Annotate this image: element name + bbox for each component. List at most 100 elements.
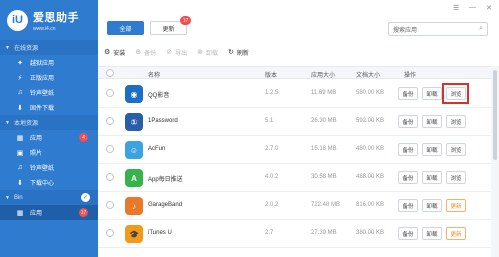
1password-icon: ① (125, 113, 143, 131)
search-icon[interactable]: ⌕ (479, 25, 483, 33)
backup-button[interactable]: 备份 (398, 87, 418, 100)
section-online[interactable]: ▼ 在线资源 (0, 40, 98, 55)
app-size: 30.58 MB (311, 174, 337, 180)
brand: iU 爱思助手 www.i4.cn (0, 0, 98, 40)
sidebar-item-photos[interactable]: ▣ 照片 (0, 145, 98, 160)
app-daily-push-icon: A (125, 169, 143, 187)
app-version: 2.7.0 (265, 146, 279, 152)
select-all-checkbox[interactable] (106, 69, 114, 77)
app-name: iTunes U (148, 230, 172, 236)
table-row[interactable]: 🎓 iTunes U 2.7 27.39 MB 380.00 KB 备份 卸载 … (98, 220, 491, 248)
scrollbar-thumb[interactable] (493, 70, 497, 160)
browse-button[interactable]: 浏览 (446, 115, 466, 128)
sidebar-item-label: 应用 (30, 136, 43, 142)
toolbar: ⚙ 安装 ⊕ 备份 ⊘ 导出 ⊗ 卸载 ↻ 刷新 (98, 44, 499, 60)
doc-size: 580.00 KB (356, 90, 385, 96)
app-name: App每日推送 (148, 177, 183, 183)
section-label: 在线资源 (13, 46, 38, 52)
browse-button[interactable]: 浏览 (446, 171, 466, 184)
table-row[interactable]: ① 1Password 5.1 26.30 MB 592.00 KB 备份 卸载… (98, 108, 491, 136)
app-version: 5.1 (265, 118, 274, 124)
brand-name: 爱思助手 (33, 11, 79, 24)
section-local[interactable]: ▼ 本地资源 (0, 115, 98, 130)
export-button[interactable]: ⊘ 导出 (166, 48, 187, 57)
uninstall-button[interactable]: 卸载 (422, 171, 442, 184)
backup-button[interactable]: 备份 (398, 227, 418, 240)
refresh-label: 刷新 (236, 50, 249, 57)
backup-button[interactable]: 备份 (398, 199, 418, 212)
table-row[interactable]: ☺ AcFun 2.7.0 15.18 MB 480.00 KB 备份 卸载 浏… (98, 136, 491, 164)
updates-badge: 17 (180, 16, 191, 25)
apps-icon: ⚡ (17, 74, 23, 82)
close-icon[interactable]: ✕ (486, 4, 492, 12)
scrollbar[interactable] (491, 66, 499, 257)
row-checkbox[interactable] (106, 117, 114, 125)
doc-size: 816.00 KB (356, 202, 385, 208)
trash-icon: ⊗ (197, 49, 203, 56)
count-badge: 17 (79, 208, 88, 217)
header-doc-size[interactable]: 文档大小 (356, 70, 380, 79)
sidebar-item-downloads[interactable]: ⬇ 下载中心 (0, 175, 98, 190)
backup-button[interactable]: 备份 (398, 115, 418, 128)
app-version: 1.2.5 (265, 90, 279, 96)
app-version: 2.7 (265, 230, 274, 236)
backup-button[interactable]: 备份 (398, 143, 418, 156)
download-icon: ⬇ (17, 104, 23, 112)
header-name[interactable]: 名称 (148, 70, 160, 79)
minimize-icon[interactable]: — (469, 4, 476, 11)
sidebar-item-local-ringtones[interactable]: ♫ 铃声壁纸 (0, 160, 98, 175)
uninstall-button[interactable]: 卸载 (422, 143, 442, 156)
sidebar-item-jailbreak-apps[interactable]: ✦ 越狱应用 (0, 55, 98, 70)
uninstall-button[interactable]: 卸载 (422, 227, 442, 240)
backup-label: 备份 (144, 50, 157, 57)
grid-icon: ▦ (16, 209, 24, 217)
refresh-button[interactable]: ↻ 刷新 (228, 48, 249, 57)
export-label: 导出 (175, 50, 188, 57)
search-input[interactable]: 搜索应用 ⌕ (388, 22, 488, 36)
backup-button[interactable]: ⊕ 备份 (135, 48, 156, 57)
highlight-box (442, 83, 469, 104)
row-checkbox[interactable] (106, 201, 114, 209)
app-size: 27.39 MB (311, 230, 337, 236)
uninstall-button[interactable]: 卸载 (422, 199, 442, 212)
header-version[interactable]: 版本 (265, 70, 277, 79)
install-button[interactable]: ⚙ 安装 (104, 48, 125, 57)
sidebar-item-label: 越狱应用 (30, 61, 55, 67)
collapse-arrow-icon: ▼ (5, 194, 10, 201)
sidebar-item-firmware[interactable]: ⬇ 固件下载 (0, 100, 98, 115)
section-label: Bin (13, 194, 23, 201)
tab-all[interactable]: 全部 (107, 21, 144, 35)
sidebar-item-local-apps[interactable]: ▦ 应用 4 (0, 130, 98, 145)
row-checkbox[interactable] (106, 89, 114, 97)
itunes-u-icon: 🎓 (125, 225, 143, 243)
doc-size: 488.00 KB (356, 174, 385, 180)
backup-button[interactable]: 备份 (398, 171, 418, 184)
row-checkbox[interactable] (106, 145, 114, 153)
app-name: GarageBand (148, 202, 183, 208)
sidebar-item-label: 下载中心 (30, 181, 55, 187)
row-checkbox[interactable] (106, 229, 114, 237)
table-row[interactable]: A App每日推送 4.0.2 30.58 MB 488.00 KB 备份 卸载… (98, 164, 491, 192)
table-row[interactable]: ♪ GarageBand 2.0.2 722.48 MB 816.00 KB 备… (98, 192, 491, 220)
browse-button[interactable]: 浏览 (446, 143, 466, 156)
header-app-size[interactable]: 应用大小 (311, 70, 335, 79)
table-header: 名称 版本 应用大小 文档大小 操作 (98, 66, 491, 79)
table-row[interactable]: ◉ QQ影音 1.2.5 11.69 MB 580.00 KB 备份 卸载 浏览 (98, 80, 491, 108)
row-checkbox[interactable] (106, 173, 114, 181)
update-button[interactable]: 更新 (446, 199, 466, 212)
uninstall-button[interactable]: 卸载 (422, 115, 442, 128)
sidebar-item-genuine-apps[interactable]: ⚡ 正版应用 (0, 70, 98, 85)
collapse-arrow-icon: ▼ (5, 119, 10, 126)
collapse-arrow-icon: ▼ (5, 44, 10, 51)
doc-size: 592.00 KB (356, 118, 385, 124)
uninstall-button[interactable]: ⊗ 卸载 (197, 48, 218, 57)
app-size: 722.48 MB (311, 202, 341, 208)
app-size: 26.30 MB (311, 118, 337, 124)
sidebar-item-ringtones[interactable]: ♫ 铃声壁纸 (0, 85, 98, 100)
update-button[interactable]: 更新 (446, 227, 466, 240)
menu-icon[interactable]: ☰ (453, 4, 459, 12)
section-device[interactable]: ▼ Bin ✓ (0, 190, 98, 205)
uninstall-button[interactable]: 卸载 (422, 87, 442, 100)
sidebar-item-device-apps[interactable]: ▦ 应用 17 (0, 205, 98, 220)
app-version: 4.0.2 (265, 174, 279, 180)
